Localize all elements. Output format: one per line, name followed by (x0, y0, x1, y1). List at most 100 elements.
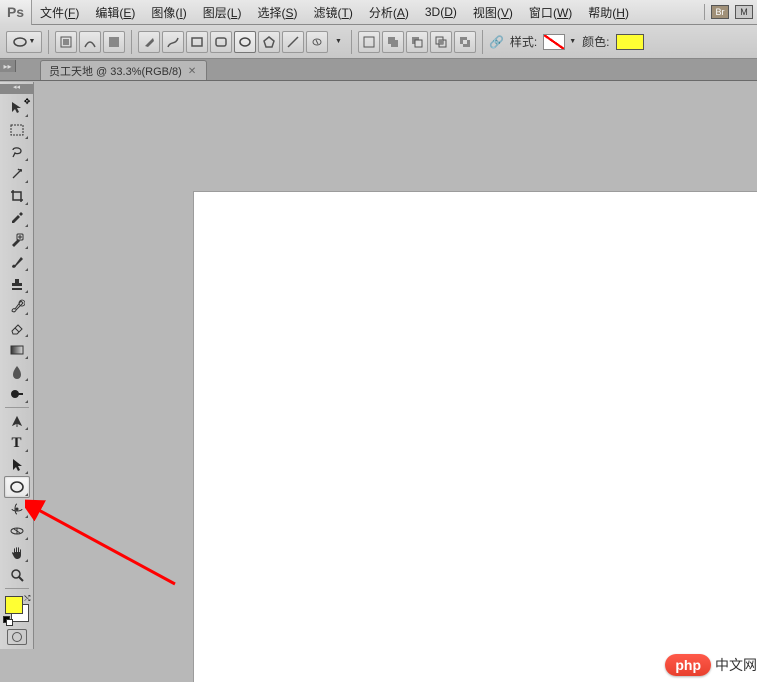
tools-panel: ◂◂ ✥ T ⤭ (0, 82, 34, 649)
zoom-icon (9, 567, 25, 583)
shape-line[interactable] (282, 31, 304, 53)
crop-tool[interactable] (4, 185, 30, 207)
menu-window[interactable]: 窗口(W) (521, 4, 580, 21)
menu-edit[interactable]: 编辑(E) (87, 4, 143, 21)
eyedropper-tool[interactable] (4, 207, 30, 229)
add-to-shape-icon (386, 35, 400, 49)
brush-icon (9, 254, 25, 270)
clone-stamp-tool[interactable] (4, 273, 30, 295)
shape-freeform-pen[interactable] (162, 31, 184, 53)
menu-file[interactable]: 文件(F) (32, 4, 87, 21)
menu-label: 视图 (473, 6, 497, 20)
menu-label: 3D (425, 5, 440, 19)
3d-camera-rotate-tool[interactable] (4, 520, 30, 542)
shape-custom[interactable] (306, 31, 328, 53)
pathop-new[interactable] (358, 31, 380, 53)
mode-paths[interactable] (79, 31, 101, 53)
gradient-icon (9, 342, 25, 358)
eraser-icon (9, 320, 25, 336)
hand-tool[interactable] (4, 542, 30, 564)
menu-image[interactable]: 图像(I) (143, 4, 194, 21)
shape-polygon[interactable] (258, 31, 280, 53)
menu-layer[interactable]: 图层(L) (195, 4, 250, 21)
fill-pixels-icon (107, 35, 121, 49)
menu-label: 图层 (203, 6, 227, 20)
separator (482, 30, 483, 54)
options-bar: ▼ ▼ 🔗 样式: ▼ 颜色: (0, 25, 757, 59)
stamp-icon (9, 276, 25, 292)
color-label: 颜色: (582, 33, 609, 50)
gradient-tool[interactable] (4, 339, 30, 361)
rectangular-marquee-tool[interactable] (4, 119, 30, 141)
history-brush-tool[interactable] (4, 295, 30, 317)
move-tool[interactable]: ✥ (4, 97, 30, 119)
shape-pen-path[interactable] (138, 31, 160, 53)
mode-fill-pixels[interactable] (103, 31, 125, 53)
rectangle-icon (190, 35, 204, 49)
shape-rounded-rectangle[interactable] (210, 31, 232, 53)
app-logo: Ps (0, 0, 32, 25)
watermark: php 中文网 (665, 654, 757, 676)
brush-tool[interactable] (4, 251, 30, 273)
eraser-tool[interactable] (4, 317, 30, 339)
pathop-subtract[interactable] (406, 31, 428, 53)
default-colors-button[interactable] (3, 616, 11, 624)
path-selection-tool[interactable] (4, 454, 30, 476)
minibridge-button[interactable]: M (735, 5, 753, 19)
menu-label: 编辑 (95, 6, 119, 20)
tool-separator (5, 588, 29, 589)
pen-icon (142, 35, 156, 49)
pathop-intersect[interactable] (430, 31, 452, 53)
chevron-down-icon[interactable]: ▼ (569, 38, 576, 45)
blur-tool[interactable] (4, 361, 30, 383)
type-tool[interactable]: T (4, 432, 30, 454)
3d-camera-icon (9, 523, 25, 539)
pathop-exclude[interactable] (454, 31, 476, 53)
3d-rotate-icon (9, 501, 25, 517)
menu-label: 滤镜 (313, 6, 337, 20)
workspace (34, 82, 757, 682)
style-picker[interactable] (543, 34, 565, 50)
ellipse-icon (9, 479, 25, 495)
dodge-tool[interactable] (4, 383, 30, 405)
link-icon[interactable]: 🔗 (489, 35, 504, 49)
spot-healing-brush-tool[interactable] (4, 229, 30, 251)
bridge-button[interactable]: Br (711, 5, 729, 19)
separator (351, 30, 352, 54)
zoom-tool[interactable] (4, 564, 30, 586)
hand-icon (9, 545, 25, 561)
ellipse-shape-tool[interactable] (4, 476, 30, 498)
line-icon (286, 35, 300, 49)
pathop-add[interactable] (382, 31, 404, 53)
menu-view[interactable]: 视图(V) (465, 4, 521, 21)
ellipse-icon (13, 35, 27, 49)
menubar: Ps 文件(F) 编辑(E) 图像(I) 图层(L) 选择(S) 滤镜(T) 分… (0, 0, 757, 25)
collapse-tools-button[interactable]: ◂◂ (0, 84, 34, 94)
foreground-color-swatch[interactable] (5, 596, 23, 614)
3d-object-rotate-tool[interactable] (4, 498, 30, 520)
mode-shape-layers[interactable] (55, 31, 77, 53)
menu-filter[interactable]: 滤镜(T) (305, 4, 360, 21)
lasso-tool[interactable] (4, 141, 30, 163)
eyedropper-icon (9, 210, 25, 226)
chevron-down-icon[interactable]: ▼ (332, 38, 345, 45)
shape-tool-preset-picker[interactable]: ▼ (6, 31, 42, 53)
shape-rectangle[interactable] (186, 31, 208, 53)
shape-ellipse[interactable] (234, 31, 256, 53)
color-picker[interactable] (616, 34, 644, 50)
menu-select[interactable]: 选择(S) (249, 4, 305, 21)
menu-3d[interactable]: 3D(D) (417, 5, 465, 19)
menu-help[interactable]: 帮助(H) (580, 4, 637, 21)
quick-mask-mode-button[interactable] (7, 629, 27, 645)
swap-colors-button[interactable]: ⤭ (24, 594, 30, 604)
canvas[interactable] (194, 192, 757, 682)
menu-analysis[interactable]: 分析(A) (361, 4, 417, 21)
collapse-panels-button[interactable]: ▸▸ (0, 60, 16, 72)
menu-label: 帮助 (588, 6, 612, 20)
freeform-pen-icon (166, 35, 180, 49)
menu-label: 窗口 (529, 6, 553, 20)
close-tab-button[interactable]: ✕ (188, 66, 198, 76)
pen-tool[interactable] (4, 410, 30, 432)
document-tab[interactable]: 员工天地 @ 33.3%(RGB/8) ✕ (40, 60, 207, 80)
magic-wand-tool[interactable] (4, 163, 30, 185)
